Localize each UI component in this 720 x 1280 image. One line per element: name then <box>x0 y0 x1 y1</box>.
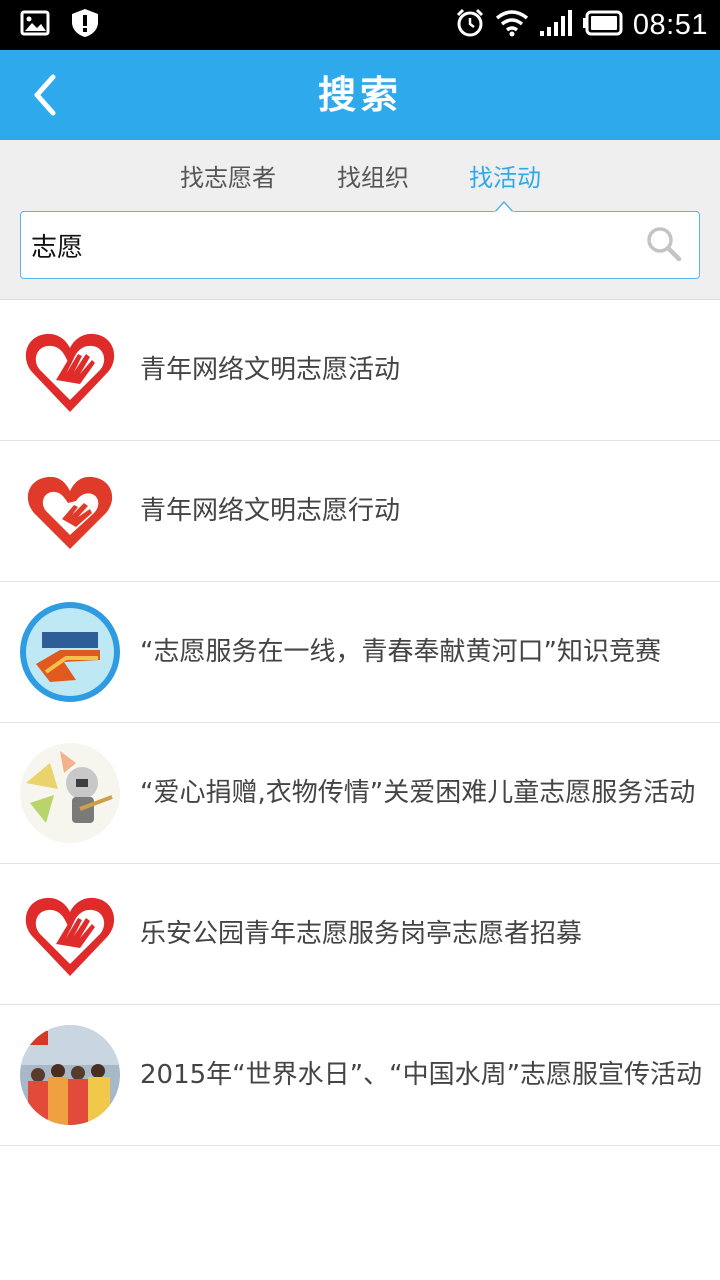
search-box <box>20 211 700 279</box>
volunteer-group-photo <box>20 1025 120 1125</box>
status-bar-left <box>20 8 100 42</box>
search-button[interactable] <box>645 225 683 263</box>
volunteer-heart-dove-logo <box>20 461 120 561</box>
result-title: 青年网络文明志愿活动 <box>140 355 401 385</box>
app-header: 搜索 <box>0 50 720 140</box>
tab-find-activities[interactable]: 找活动 <box>469 158 541 198</box>
volunteer-heart-logo <box>20 320 120 420</box>
status-bar: 08:51 <box>0 0 720 50</box>
result-title: 青年网络文明志愿行动 <box>140 496 401 526</box>
battery-icon <box>582 10 623 40</box>
result-list: 青年网络文明志愿活动 青年网络文明志愿行动 “志愿服务在一线，青春奉献黄河口”知… <box>0 300 720 1146</box>
search-icon <box>647 227 682 262</box>
result-item[interactable]: “爱心捐赠,衣物传情”关爱困难儿童志愿服务活动 <box>0 723 720 864</box>
signal-icon <box>539 9 573 41</box>
search-input[interactable] <box>31 212 631 278</box>
result-item[interactable]: 乐安公园青年志愿服务岗亭志愿者招募 <box>0 864 720 1005</box>
result-title: 2015年“世界水日”、“中国水周”志愿服宣传活动 <box>140 1060 703 1090</box>
active-tab-indicator <box>494 201 514 213</box>
result-item[interactable]: 2015年“世界水日”、“中国水周”志愿服宣传活动 <box>0 1005 720 1146</box>
tab-find-volunteers[interactable]: 找志愿者 <box>180 158 276 198</box>
gallery-icon <box>20 10 50 40</box>
wifi-icon <box>495 9 529 41</box>
status-bar-right: 08:51 <box>455 8 708 42</box>
result-title: “志愿服务在一线，青春奉献黄河口”知识竞赛 <box>140 637 661 667</box>
clock-time: 08:51 <box>632 8 708 41</box>
volunteer-heart-logo <box>20 884 120 984</box>
result-item[interactable]: “志愿服务在一线，青春奉献黄河口”知识竞赛 <box>0 582 720 723</box>
result-title: 乐安公园青年志愿服务岗亭志愿者招募 <box>140 919 583 949</box>
cartoon-robot-image <box>20 743 120 843</box>
result-title: “爱心捐赠,衣物传情”关爱困难儿童志愿服务活动 <box>140 778 696 808</box>
shield-alert-icon <box>70 8 100 42</box>
result-item[interactable]: 青年网络文明志愿活动 <box>0 300 720 441</box>
tab-find-organizations[interactable]: 找组织 <box>337 158 409 198</box>
alarm-icon <box>455 8 485 42</box>
search-panel: 找志愿者 找组织 找活动 <box>0 140 720 300</box>
search-tabs: 找志愿者 找组织 找活动 <box>0 158 720 208</box>
yellow-river-photo <box>20 602 120 702</box>
result-item[interactable]: 青年网络文明志愿行动 <box>0 441 720 582</box>
page-title: 搜索 <box>317 73 402 117</box>
